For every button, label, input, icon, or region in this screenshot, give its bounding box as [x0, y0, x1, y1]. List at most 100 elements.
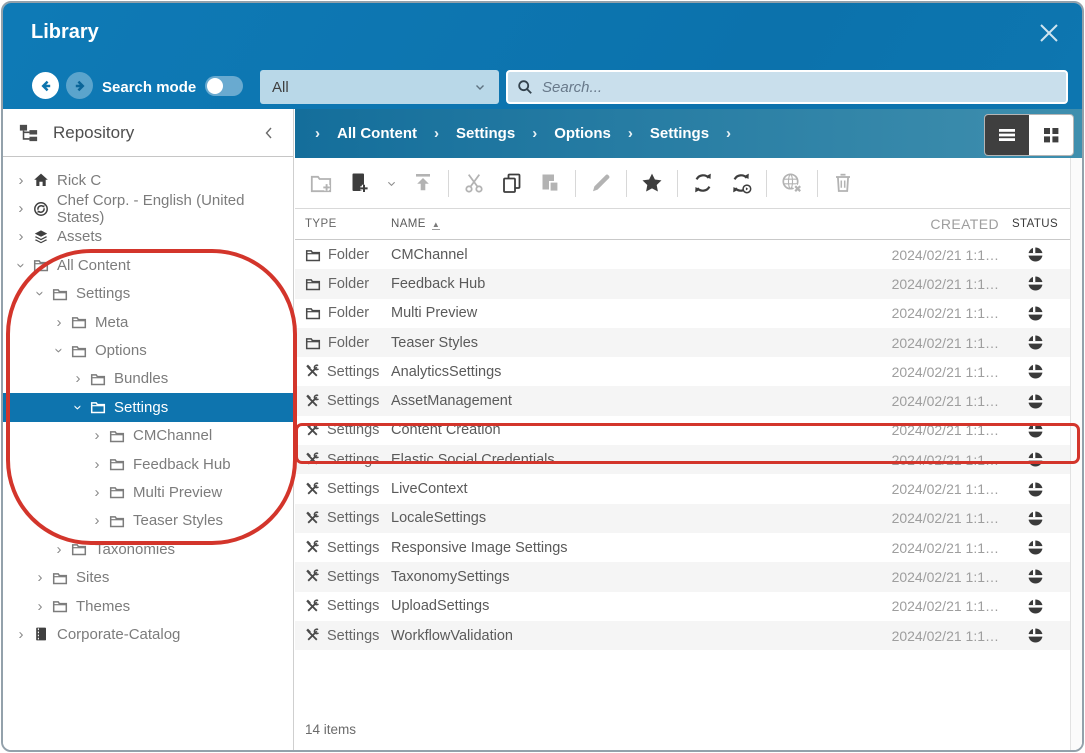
- expander-closed-icon[interactable]: ›: [34, 598, 46, 615]
- tree-item-label: Settings: [114, 399, 168, 416]
- breadcrumb-item-all-content[interactable]: All Content: [337, 125, 417, 142]
- created-cell: 2024/02/21 1:1…: [887, 393, 999, 409]
- created-cell: 2024/02/21 1:1…: [887, 422, 999, 438]
- type-cell: Settings: [305, 598, 391, 614]
- vertical-scrollbar[interactable]: [1070, 158, 1082, 750]
- tree-item-chef-corp-english-united-states-[interactable]: ›Chef Corp. - English (United States): [3, 194, 293, 222]
- content-type-filter-dropdown[interactable]: All: [260, 70, 499, 104]
- table-row-assetmanagement[interactable]: SettingsAssetManagement2024/02/21 1:1…: [295, 386, 1071, 415]
- tree-item-bundles[interactable]: ›Bundles: [3, 365, 293, 393]
- expander-closed-icon[interactable]: ›: [15, 228, 27, 245]
- new-content-dropdown-button[interactable]: [380, 163, 402, 203]
- new-content-button[interactable]: [342, 163, 376, 203]
- status-published-icon: [1028, 394, 1043, 409]
- expander-open-icon[interactable]: ›: [51, 345, 68, 357]
- tree-item-options[interactable]: ›Options: [3, 336, 293, 364]
- folder-icon: [305, 276, 321, 292]
- expander-closed-icon[interactable]: ›: [34, 569, 46, 586]
- table-row-elastic-social-credentials[interactable]: SettingsElastic Social Credentials2024/0…: [295, 445, 1071, 474]
- type-label: Settings: [327, 422, 379, 438]
- tree-item-cmchannel[interactable]: ›CMChannel: [3, 422, 293, 450]
- tree-item-all-content[interactable]: › All Content: [3, 251, 293, 279]
- bookmark-button[interactable]: [635, 163, 669, 203]
- type-label: Settings: [327, 598, 379, 614]
- list-view-button[interactable]: [985, 115, 1029, 155]
- tree-item-themes[interactable]: ›Themes: [3, 592, 293, 620]
- tree-item-taxonomies[interactable]: ›Taxonomies: [3, 535, 293, 563]
- withdraw-icon: [780, 171, 804, 195]
- table-row-cmchannel[interactable]: FolderCMChannel2024/02/21 1:1…: [295, 240, 1071, 269]
- expander-open-icon[interactable]: ›: [70, 401, 87, 413]
- column-header-status[interactable]: STATUS: [999, 218, 1071, 230]
- breadcrumb-item-settings[interactable]: Settings: [456, 125, 515, 142]
- table-row-feedback-hub[interactable]: FolderFeedback Hub2024/02/21 1:1…: [295, 269, 1071, 298]
- column-header-name[interactable]: NAME▲: [391, 218, 887, 230]
- copy-button[interactable]: [495, 163, 529, 203]
- table-row-content-creation[interactable]: SettingsContent Creation2024/02/21 1:1…: [295, 416, 1071, 445]
- expander-open-icon[interactable]: ›: [13, 259, 30, 271]
- table-row-uploadsettings[interactable]: SettingsUploadSettings2024/02/21 1:1…: [295, 592, 1071, 621]
- grid-view-button[interactable]: [1029, 115, 1073, 155]
- tree-item-meta[interactable]: › Meta: [3, 308, 293, 336]
- status-published-icon: [1028, 452, 1043, 467]
- name-cell: Feedback Hub: [391, 276, 887, 292]
- tree-item-label: Meta: [95, 314, 128, 331]
- expander-open-icon[interactable]: ›: [32, 288, 49, 300]
- search-box[interactable]: [506, 70, 1068, 104]
- breadcrumb-item-settings[interactable]: Settings: [650, 125, 709, 142]
- expander-closed-icon[interactable]: ›: [72, 370, 84, 387]
- type-label: Settings: [327, 628, 379, 644]
- table-row-analyticssettings[interactable]: SettingsAnalyticsSettings2024/02/21 1:1…: [295, 357, 1071, 386]
- withdraw-button: [775, 163, 809, 203]
- expander-closed-icon[interactable]: ›: [53, 314, 65, 331]
- expander-closed-icon[interactable]: ›: [53, 541, 65, 558]
- name-cell: Teaser Styles: [391, 335, 887, 351]
- expander-closed-icon[interactable]: ›: [15, 626, 27, 643]
- breadcrumb-separator: ›: [628, 125, 633, 142]
- tree-item-feedback-hub[interactable]: ›Feedback Hub: [3, 450, 293, 478]
- tree-item-teaser-styles[interactable]: ›Teaser Styles: [3, 507, 293, 535]
- tree-item-multi-preview[interactable]: ›Multi Preview: [3, 478, 293, 506]
- type-cell: Settings: [305, 540, 391, 556]
- tree-item-label: Chef Corp. - English (United States): [57, 192, 293, 226]
- tree-item-label: Assets: [57, 228, 102, 245]
- tree-item-settings[interactable]: ›Settings: [3, 280, 293, 308]
- delete-button: [826, 163, 860, 203]
- close-icon[interactable]: [1032, 16, 1066, 50]
- toolbar: [295, 158, 1071, 209]
- back-button[interactable]: [32, 72, 59, 99]
- column-header-type[interactable]: TYPE: [305, 218, 391, 230]
- table-row-teaser-styles[interactable]: FolderTeaser Styles2024/02/21 1:1…: [295, 328, 1071, 357]
- publish-button[interactable]: [686, 163, 720, 203]
- tree-item-assets[interactable]: › Assets: [3, 223, 293, 251]
- expander-closed-icon[interactable]: ›: [15, 172, 27, 189]
- expander-closed-icon[interactable]: ›: [91, 512, 103, 529]
- table-row-responsive-image-settings[interactable]: SettingsResponsive Image Settings2024/02…: [295, 533, 1071, 562]
- tree-item-sites[interactable]: ›Sites: [3, 563, 293, 591]
- table-row-livecontext[interactable]: SettingsLiveContext2024/02/21 1:1…: [295, 474, 1071, 503]
- search-input[interactable]: [540, 78, 1057, 97]
- column-header-created[interactable]: CREATED: [887, 216, 999, 232]
- tree-item-label: All Content: [57, 257, 130, 274]
- table-row-localesettings[interactable]: SettingsLocaleSettings2024/02/21 1:1…: [295, 504, 1071, 533]
- expander-closed-icon[interactable]: ›: [15, 200, 27, 217]
- table-row-taxonomysettings[interactable]: SettingsTaxonomySettings2024/02/21 1:1…: [295, 562, 1071, 591]
- type-cell: Folder: [305, 276, 391, 292]
- expander-closed-icon[interactable]: ›: [91, 484, 103, 501]
- type-label: Settings: [327, 364, 379, 380]
- status-cell: [999, 569, 1071, 584]
- breadcrumb-item-options[interactable]: Options: [554, 125, 611, 142]
- collapse-sidebar-icon[interactable]: [261, 125, 277, 141]
- expander-closed-icon[interactable]: ›: [91, 427, 103, 444]
- forward-button[interactable]: [66, 72, 93, 99]
- type-cell: Settings: [305, 422, 391, 438]
- tree-item-corporate-catalog[interactable]: ›Corporate-Catalog: [3, 620, 293, 648]
- expander-closed-icon[interactable]: ›: [91, 456, 103, 473]
- tree-item-rick-c[interactable]: ›Rick C: [3, 166, 293, 194]
- table-row-workflowvalidation[interactable]: SettingsWorkflowValidation2024/02/21 1:1…: [295, 621, 1071, 650]
- layers-icon: [33, 229, 49, 245]
- table-row-multi-preview[interactable]: FolderMulti Preview2024/02/21 1:1…: [295, 299, 1071, 328]
- search-mode-toggle[interactable]: [205, 76, 243, 96]
- publish-all-button[interactable]: [724, 163, 758, 203]
- tree-item-settings[interactable]: › Settings: [3, 393, 293, 421]
